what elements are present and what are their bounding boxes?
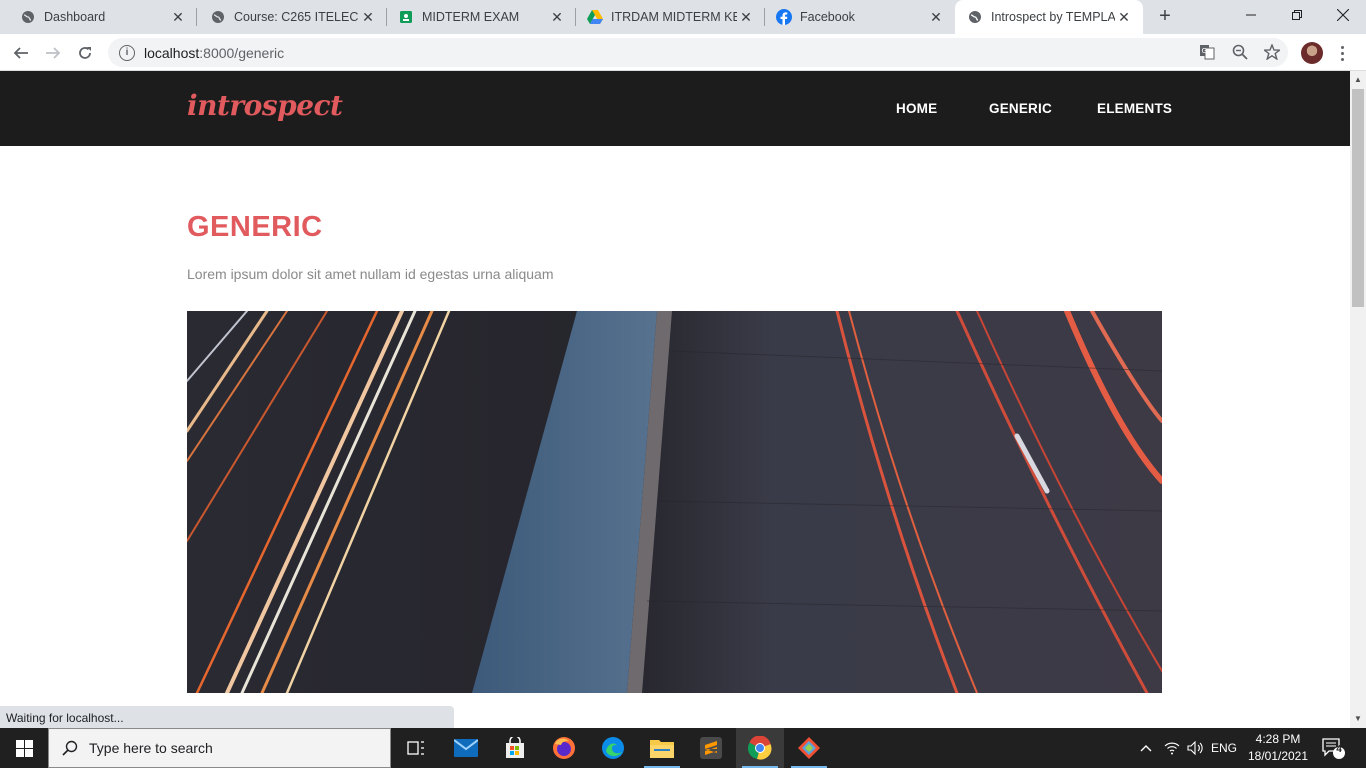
tab-title: Facebook [800, 10, 855, 24]
browser-toolbar: i localhost:8000/generic G [0, 34, 1366, 71]
chrome-icon[interactable] [736, 728, 784, 768]
language-indicator[interactable]: ENG [1208, 728, 1240, 768]
page-scrollbar[interactable]: ▲ ▼ [1350, 71, 1366, 728]
search-icon [61, 739, 79, 757]
reload-button[interactable] [72, 40, 98, 66]
globe-icon [967, 9, 983, 25]
translate-icon[interactable]: G [1198, 43, 1216, 61]
file-explorer-icon[interactable] [638, 728, 686, 768]
status-bubble: Waiting for localhost... [0, 706, 454, 728]
tab-itrdam-key[interactable]: ITRDAM MIDTERM KEY ✕ [576, 0, 765, 34]
git-icon[interactable] [785, 728, 833, 768]
google-drive-icon [587, 9, 603, 25]
scroll-down-arrow-icon[interactable]: ▼ [1354, 714, 1362, 723]
firefox-icon[interactable] [540, 728, 588, 768]
page-lead: Lorem ipsum dolor sit amet nullam id ege… [187, 266, 554, 282]
start-button[interactable] [0, 728, 48, 768]
tab-title: ITRDAM MIDTERM KEY [611, 10, 737, 24]
minimize-button[interactable] [1228, 0, 1274, 30]
wifi-icon[interactable] [1160, 728, 1184, 768]
svg-text:G: G [1202, 47, 1207, 55]
windows-logo-icon [15, 739, 33, 757]
tab-title: Course: C265 ITELEC101 [234, 10, 359, 24]
close-icon[interactable]: ✕ [1115, 8, 1133, 26]
zoom-icon[interactable] [1231, 43, 1249, 61]
nav-generic[interactable]: GENERIC [989, 101, 1052, 116]
close-icon[interactable]: ✕ [927, 8, 945, 26]
close-icon[interactable]: ✕ [169, 8, 187, 26]
scroll-up-arrow-icon[interactable]: ▲ [1354, 75, 1362, 84]
store-icon[interactable] [491, 728, 539, 768]
tab-facebook[interactable]: Facebook ✕ [765, 0, 955, 34]
tab-title: MIDTERM EXAM [422, 10, 520, 24]
site-header: introspect HOME GENERIC ELEMENTS [0, 71, 1350, 146]
page-title: GENERIC [187, 211, 323, 243]
clock-time: 4:28 PM [1255, 732, 1301, 746]
notification-center-icon[interactable]: 4 [1320, 736, 1346, 760]
clock-date: 18/01/2021 [1247, 749, 1309, 763]
new-tab-button[interactable]: + [1155, 5, 1175, 27]
facebook-icon [776, 9, 792, 25]
restore-button[interactable] [1274, 0, 1320, 30]
hero-image [187, 311, 1162, 693]
google-classroom-icon [398, 9, 414, 25]
globe-icon [20, 9, 36, 25]
taskbar: Type here to search ENG 4:28 PM 18/01/20… [0, 728, 1366, 768]
bookmark-star-icon[interactable] [1263, 43, 1281, 61]
mail-icon[interactable] [442, 728, 490, 768]
volume-icon[interactable] [1184, 728, 1208, 768]
page-viewport: introspect HOME GENERIC ELEMENTS GENERIC… [0, 71, 1350, 728]
close-window-button[interactable] [1320, 0, 1366, 30]
task-view-icon[interactable] [392, 728, 440, 768]
notification-badge: 4 [1336, 744, 1342, 755]
nav-home[interactable]: HOME [896, 101, 937, 116]
forward-button[interactable] [40, 40, 66, 66]
search-placeholder: Type here to search [89, 740, 213, 756]
tab-title: Introspect by TEMPLATED [991, 10, 1115, 24]
taskbar-clock[interactable]: 4:28 PM 18/01/2021 [1240, 731, 1316, 765]
sublime-text-icon[interactable] [687, 728, 735, 768]
site-logo[interactable]: introspect [187, 89, 343, 122]
close-icon[interactable]: ✕ [548, 8, 566, 26]
tray-overflow-chevron-icon[interactable] [1136, 728, 1156, 768]
site-info-icon[interactable]: i [119, 44, 135, 61]
close-icon[interactable]: ✕ [737, 8, 755, 26]
scrollbar-thumb[interactable] [1352, 89, 1364, 307]
edge-icon[interactable] [589, 728, 637, 768]
profile-avatar[interactable] [1301, 42, 1323, 64]
back-button[interactable] [8, 40, 34, 66]
url-text: localhost:8000/generic [144, 44, 285, 61]
tab-course[interactable]: Course: C265 ITELEC101 ✕ [197, 0, 387, 34]
tab-midterm-exam[interactable]: MIDTERM EXAM ✕ [387, 0, 576, 34]
tab-title: Dashboard [44, 10, 106, 24]
close-icon[interactable]: ✕ [359, 8, 377, 26]
address-bar[interactable]: i localhost:8000/generic [108, 38, 1288, 67]
nav-elements[interactable]: ELEMENTS [1097, 101, 1172, 116]
tab-strip: Dashboard ✕ Course: C265 ITELEC101 ✕ MID… [0, 0, 1366, 34]
menu-icon[interactable] [1336, 42, 1348, 64]
tab-introspect[interactable]: Introspect by TEMPLATED ✕ [955, 0, 1143, 34]
taskbar-search[interactable]: Type here to search [48, 728, 391, 768]
globe-icon [210, 9, 226, 25]
tab-dashboard[interactable]: Dashboard ✕ [0, 0, 197, 34]
